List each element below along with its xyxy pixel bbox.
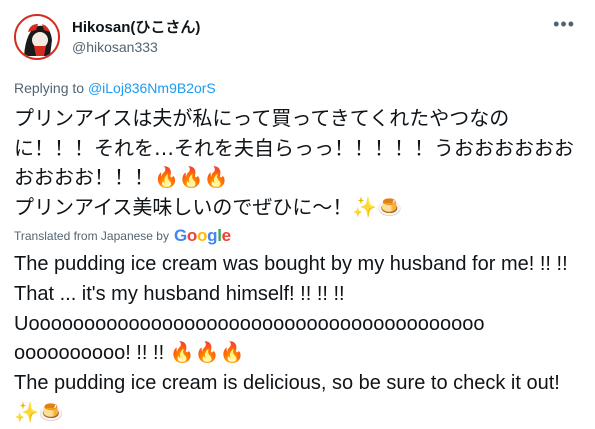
avatar[interactable]: [14, 14, 60, 60]
google-logo[interactable]: Google: [174, 226, 231, 246]
translation-attribution: Translated from Japanese by Google: [14, 226, 231, 246]
author-handle[interactable]: @hikosan333: [72, 39, 158, 55]
reply-prefix: Replying to: [14, 80, 88, 96]
tweet-text-original: プリンアイスは夫が私にって買ってきてくれたやつなのに！！！それを…それを夫自らっ…: [14, 106, 574, 219]
replying-to: Replying to @iLoj836Nm9B2orS: [14, 80, 216, 96]
tweet-text-translated: The pudding ice cream was bought by my h…: [14, 253, 568, 424]
author-name[interactable]: Hikosan(ひこさん): [72, 16, 200, 37]
translated-label: Translated from Japanese by: [14, 229, 169, 243]
avatar-illustration: [16, 16, 58, 58]
more-horizontal-icon[interactable]: •••: [553, 14, 575, 35]
reply-to-link[interactable]: @iLoj836Nm9B2orS: [88, 80, 216, 96]
